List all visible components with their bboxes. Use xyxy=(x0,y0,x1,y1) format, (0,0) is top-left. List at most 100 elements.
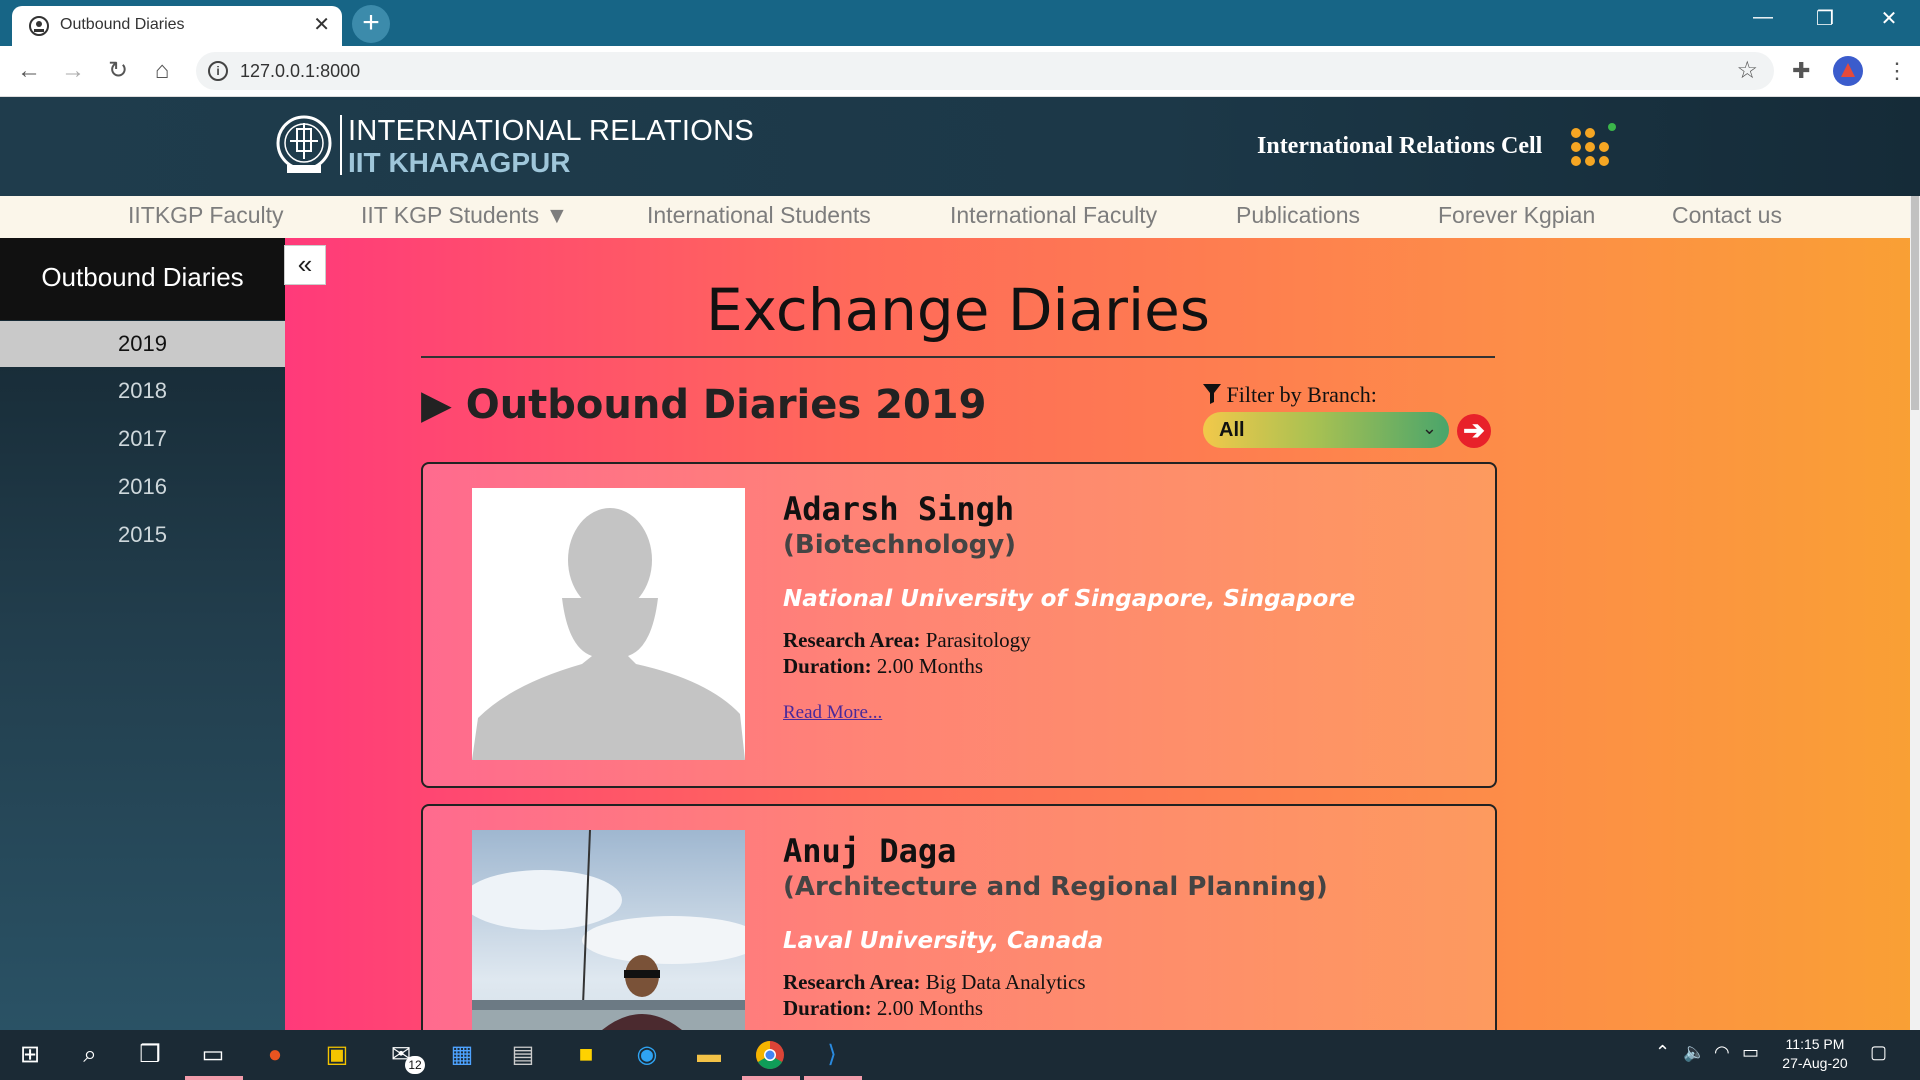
address-url[interactable]: 127.0.0.1:8000 xyxy=(240,61,360,82)
filter-label: Filter by Branch: xyxy=(1203,382,1377,408)
calculator-icon[interactable]: ▤ xyxy=(505,1038,541,1072)
sidebar-header: Outbound Diaries xyxy=(0,238,285,320)
title-divider xyxy=(421,356,1495,358)
scrollbar-thumb[interactable] xyxy=(1911,196,1919,410)
search-icon[interactable]: ⌕ xyxy=(72,1038,108,1072)
student-university: Laval University, Canada xyxy=(783,928,1104,954)
file-explorer-icon[interactable]: ▬ xyxy=(691,1038,727,1072)
research-area-value: Parasitology xyxy=(925,628,1031,652)
store-icon[interactable]: ▣ xyxy=(319,1038,355,1072)
profile-avatar[interactable] xyxy=(1833,56,1863,86)
sticky-notes-icon[interactable]: ■ xyxy=(568,1038,604,1072)
reload-icon[interactable]: ↻ xyxy=(103,56,133,86)
restore-icon[interactable]: ❐ xyxy=(1805,6,1845,31)
collapse-sidebar-button[interactable]: « xyxy=(284,245,326,285)
home-icon[interactable]: ⌂ xyxy=(147,56,177,86)
sidebar-title: Outbound Diaries xyxy=(41,262,244,292)
windows-start-icon[interactable]: ⊞ xyxy=(12,1038,48,1072)
student-branch: (Biotechnology) xyxy=(783,530,1017,560)
duration-label: Duration: xyxy=(783,996,872,1020)
branch-filter-value: All xyxy=(1219,419,1245,441)
sidebar-item-2017[interactable]: 2017 xyxy=(0,416,285,462)
duration-line: Duration: 2.00 Months xyxy=(783,996,983,1021)
site-favicon-icon xyxy=(29,16,49,36)
iit-kharagpur-emblem-icon[interactable] xyxy=(275,113,333,177)
wifi-icon[interactable]: ◠ xyxy=(1714,1042,1730,1063)
tab-title: Outbound Diaries xyxy=(60,16,185,33)
nav-item-publications[interactable]: Publications xyxy=(1236,202,1360,229)
sidebar-item-2019[interactable]: 2019 xyxy=(0,321,285,367)
battery-icon[interactable]: ▭ xyxy=(1742,1042,1759,1063)
duration-label: Duration: xyxy=(783,654,872,678)
diary-card: Adarsh Singh (Biotechnology) National Un… xyxy=(421,462,1497,788)
main-content: Exchange Diaries ▶ Outbound Diaries 2019… xyxy=(285,238,1920,1030)
mail-badge: 12 xyxy=(405,1056,425,1074)
chrome-icon[interactable] xyxy=(752,1038,788,1072)
nav-item-iitkgp-students[interactable]: IIT KGP Students ▼ xyxy=(361,202,568,229)
student-branch: (Architecture and Regional Planning) xyxy=(783,872,1328,902)
read-more-link[interactable]: Read More... xyxy=(783,702,882,724)
new-tab-button[interactable]: + xyxy=(352,5,390,43)
vscode-icon[interactable]: ⟩ xyxy=(814,1038,850,1072)
diary-card: Anuj Daga (Architecture and Regional Pla… xyxy=(421,804,1497,1030)
calendar-icon[interactable]: ▦ xyxy=(444,1038,480,1072)
research-area-label: Research Area: xyxy=(783,628,921,652)
student-name: Adarsh Singh xyxy=(783,490,1015,528)
tray-chevron-icon[interactable]: ⌃ xyxy=(1655,1042,1670,1063)
sidebar-item-2016[interactable]: 2016 xyxy=(0,464,285,510)
chrome-active-indicator xyxy=(742,1076,800,1080)
nav-item-contact-us[interactable]: Contact us xyxy=(1672,202,1782,229)
apps-grid-icon[interactable] xyxy=(1568,123,1620,175)
browser-tab[interactable]: Outbound Diaries ✕ xyxy=(12,6,342,46)
logo-title[interactable]: INTERNATIONAL RELATIONS xyxy=(348,115,754,148)
edge-icon[interactable]: ◉ xyxy=(629,1038,665,1072)
cell-title: International Relations Cell xyxy=(1257,133,1543,159)
back-icon[interactable]: ← xyxy=(14,56,44,86)
duration-value: 2.00 Months xyxy=(876,996,984,1020)
volume-icon[interactable]: 🔈 xyxy=(1683,1042,1705,1063)
branch-filter-select[interactable]: All ⌄ xyxy=(1203,412,1449,448)
minimize-icon[interactable]: — xyxy=(1743,6,1783,29)
close-window-icon[interactable]: ✕ xyxy=(1869,6,1909,31)
extensions-icon[interactable]: ✚ xyxy=(1792,58,1810,84)
research-area-line: Research Area: Parasitology xyxy=(783,628,1031,653)
page-scrollbar[interactable] xyxy=(1910,196,1920,1030)
sidebar-item-2015[interactable]: 2015 xyxy=(0,512,285,558)
logo-subtitle[interactable]: IIT KHARAGPUR xyxy=(348,147,570,179)
filter-funnel-icon xyxy=(1203,384,1221,404)
close-tab-icon[interactable]: ✕ xyxy=(313,12,330,37)
apply-filter-button[interactable]: ➔ xyxy=(1457,414,1491,448)
browser-menu-icon[interactable]: ⋮ xyxy=(1886,58,1908,84)
browser-tab-bar: Outbound Diaries ✕ + — ❐ ✕ xyxy=(0,0,1920,46)
site-header: INTERNATIONAL RELATIONS IIT KHARAGPUR In… xyxy=(0,97,1920,196)
research-area-label: Research Area: xyxy=(783,970,921,994)
student-photo xyxy=(472,830,745,1030)
nav-item-international-faculty[interactable]: International Faculty xyxy=(950,202,1157,229)
notifications-icon[interactable]: ▢ xyxy=(1870,1042,1887,1063)
duration-value: 2.00 Months xyxy=(876,654,984,678)
research-area-value: Big Data Analytics xyxy=(925,970,1086,994)
forward-icon[interactable]: → xyxy=(58,56,88,86)
windows-taskbar: ⊞ ⌕ ❒ ▭ ● ▣ ✉ 12 ▦ ▤ ■ ◉ ▬ ⟩ ⌃ 🔈 ◠ ▭ 11:… xyxy=(0,1030,1920,1080)
system-clock[interactable]: 11:15 PM 27-Aug-20 xyxy=(1770,1035,1860,1073)
page-title: Exchange Diaries xyxy=(705,276,1211,344)
nav-item-forever-kgpian[interactable]: Forever Kgpian xyxy=(1438,202,1595,229)
site-info-icon[interactable]: i xyxy=(208,61,228,81)
duration-line: Duration: 2.00 Months xyxy=(783,654,983,679)
terminal-icon[interactable]: ▭ xyxy=(195,1038,231,1072)
profile-placeholder-image xyxy=(472,488,745,760)
logo-divider xyxy=(340,115,342,175)
filter-label-text: Filter by Branch: xyxy=(1226,382,1377,407)
task-view-icon[interactable]: ❒ xyxy=(132,1038,168,1072)
chrome-logo-icon xyxy=(756,1041,784,1069)
ubuntu-icon[interactable]: ● xyxy=(257,1038,293,1072)
nav-item-iitkgp-faculty[interactable]: IITKGP Faculty xyxy=(128,202,284,229)
chevron-down-icon: ⌄ xyxy=(1421,418,1437,438)
sidebar-item-2018[interactable]: 2018 xyxy=(0,368,285,414)
student-name: Anuj Daga xyxy=(783,832,957,870)
student-university: National University of Singapore, Singap… xyxy=(783,586,1356,612)
section-title[interactable]: ▶ Outbound Diaries 2019 xyxy=(421,382,986,428)
bookmark-star-icon[interactable]: ☆ xyxy=(1736,56,1758,85)
nav-item-international-students[interactable]: International Students xyxy=(647,202,871,229)
address-bar[interactable]: i 127.0.0.1:8000 ☆ xyxy=(196,52,1774,90)
